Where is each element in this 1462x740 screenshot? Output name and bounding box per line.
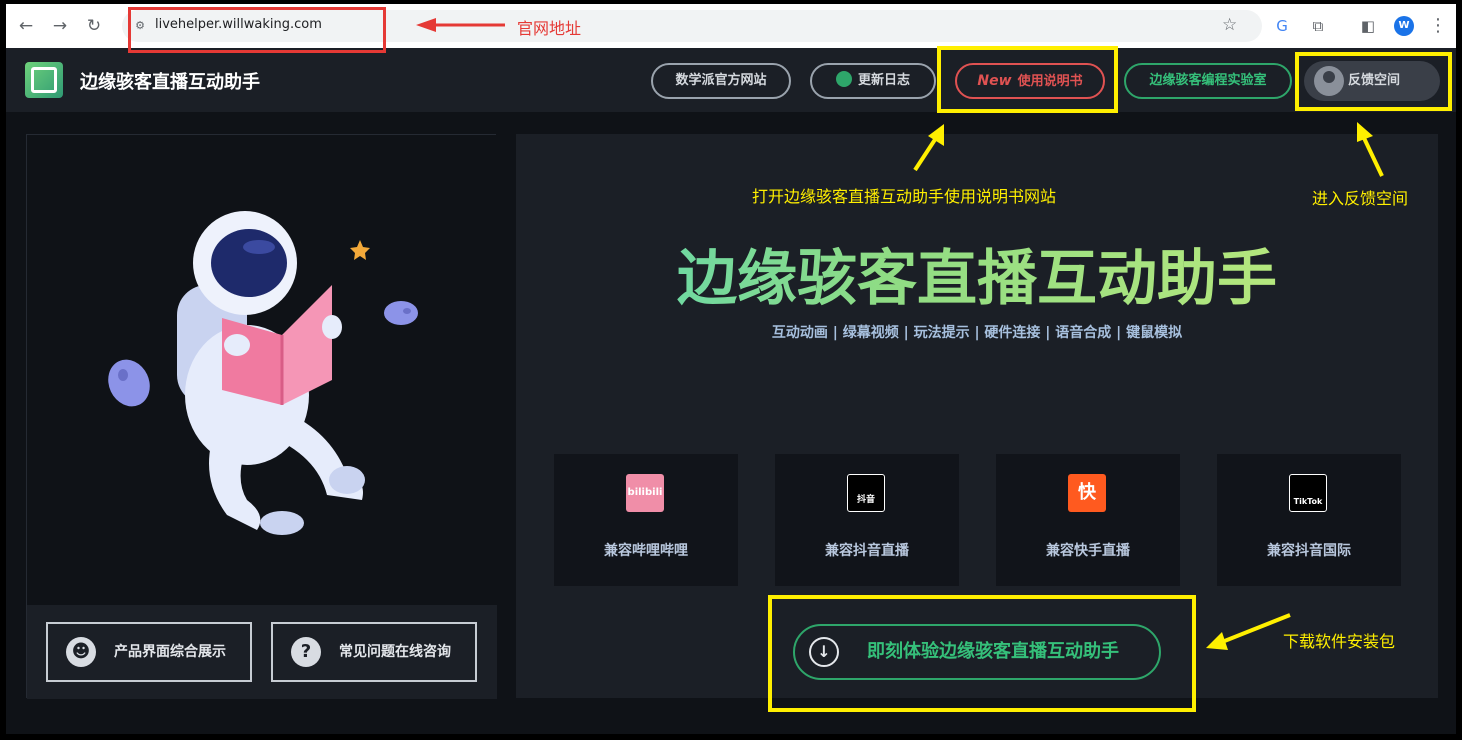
douyin-icon: 抖音 [847,474,885,512]
showcase-label: 产品界面综合展示 [114,644,226,660]
showcase-button[interactable]: ☻ 产品界面综合展示 [46,622,252,682]
sidebar-icon[interactable]: ◧ [1358,16,1378,36]
github-icon [835,71,852,87]
changelog-label: 更新日志 [857,73,910,88]
platform-label: 兼容抖音国际 [1267,543,1351,559]
manual-annotation: 打开边缘骇客直播互动助手使用说明书网站 [752,187,1057,206]
astronaut-illustration [27,135,497,605]
screenshot-frame: ← → ↻ ⚙ livehelper.willwaking.com ☆ G ⧉ … [0,0,1462,740]
question-icon: ? [291,637,321,667]
reload-icon[interactable]: ↻ [82,14,106,38]
smile-icon: ☻ [66,637,96,667]
hero-title: 边缘骇客直播互动助手 [516,230,1438,317]
feedback-highlight-box [1295,52,1452,111]
platform-label: 兼容快手直播 [1046,543,1130,559]
logo[interactable] [25,62,63,98]
download-highlight-box [768,595,1196,712]
url-annotation: 官网地址 [517,19,582,38]
platform-label: 兼容哔哩哔哩 [604,543,688,559]
site-title: 边缘骇客直播互动助手 [80,72,260,93]
translate-icon[interactable]: G [1272,16,1292,36]
faq-button[interactable]: ? 常见问题在线咨询 [271,622,477,682]
menu-icon[interactable]: ⋮ [1429,14,1447,38]
site-header: 边缘骇客直播互动助手 数学派官方网站 更新日志 New 使用说明书 边缘骇客编程实… [6,48,1456,112]
hero-subtitle: 互动动画 | 绿幕视频 | 玩法提示 | 硬件连接 | 语音合成 | 键鼠模拟 [771,325,1183,341]
lab-button[interactable]: 边缘骇客编程实验室 [1124,63,1292,99]
platform-label: 兼容抖音直播 [825,543,909,559]
extensions-icon[interactable]: ⧉ [1308,16,1328,36]
math-site-label: 数学派官方网站 [675,73,767,88]
download-annotation: 下载软件安装包 [1283,632,1396,651]
platform-card-kuaishou[interactable]: 快 兼容快手直播 [996,454,1180,586]
platform-card-bilibili[interactable]: bilibili 兼容哔哩哔哩 [554,454,738,586]
platform-card-douyin[interactable]: 抖音 兼容抖音直播 [775,454,959,586]
manual-highlight-box [937,46,1118,113]
changelog-button[interactable]: 更新日志 [810,63,936,99]
url-highlight-box [128,7,386,53]
math-site-button[interactable]: 数学派官方网站 [651,63,791,99]
back-icon[interactable]: ← [14,14,38,38]
faq-label: 常见问题在线咨询 [339,644,451,660]
forward-icon[interactable]: → [48,14,72,38]
lab-label: 边缘骇客编程实验室 [1149,73,1267,88]
astronaut-reading-image [108,211,418,535]
feedback-annotation: 进入反馈空间 [1312,189,1409,208]
bilibili-icon: bilibili [626,474,664,512]
illustration-card: ☻ 产品界面综合展示 ? 常见问题在线咨询 [26,134,497,699]
kuaishou-icon: 快 [1068,474,1106,512]
platform-card-tiktok[interactable]: TikTok 兼容抖音国际 [1217,454,1401,586]
profile-avatar[interactable]: W [1394,16,1414,36]
left-button-bar: ☻ 产品界面综合展示 ? 常见问题在线咨询 [27,605,497,699]
tiktok-icon: TikTok [1289,474,1327,512]
web-page: 边缘骇客直播互动助手 数学派官方网站 更新日志 New 使用说明书 边缘骇客编程实… [6,48,1456,734]
star-icon[interactable]: ☆ [1222,15,1237,35]
